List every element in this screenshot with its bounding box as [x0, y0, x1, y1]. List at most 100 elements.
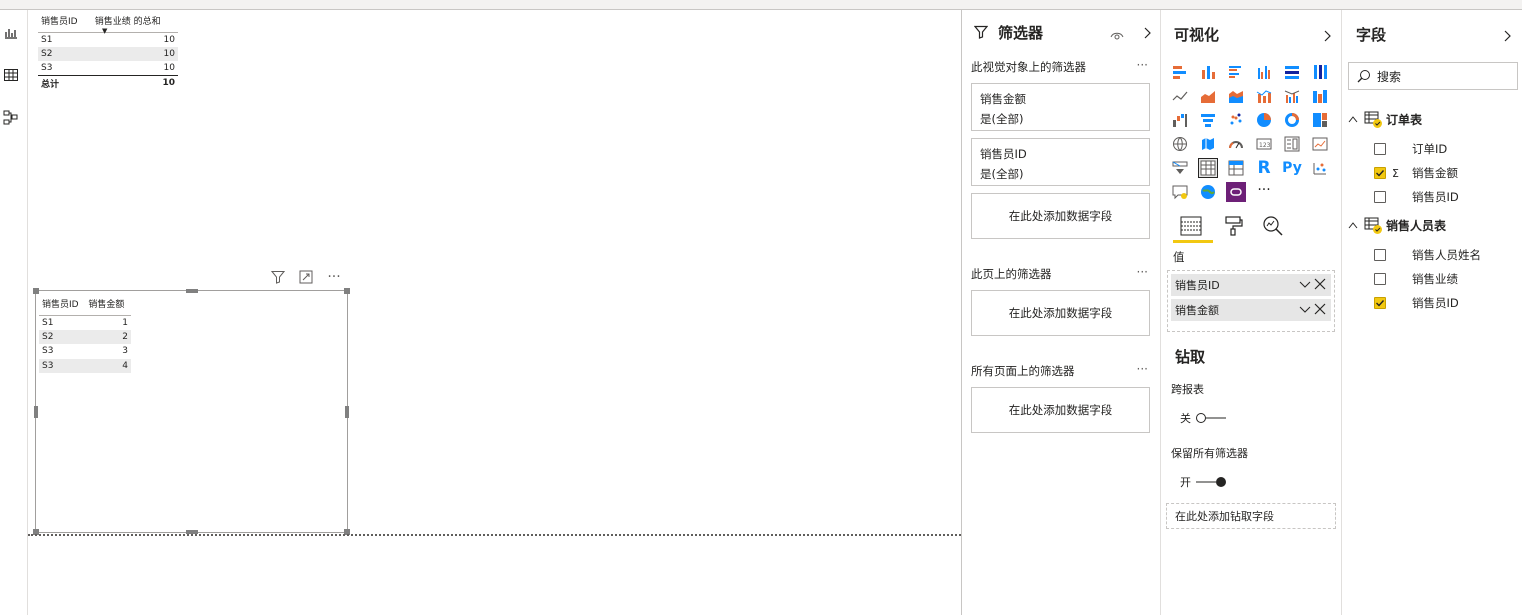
100-stacked-column-icon[interactable] — [1310, 62, 1330, 82]
pie-chart-icon[interactable] — [1254, 110, 1274, 130]
page-filter-drop-zone[interactable]: 在此处添加数据字段 — [971, 290, 1150, 336]
analytics-magnifier-icon[interactable] — [1262, 215, 1284, 241]
field-item[interactable]: 销售业绩 — [1374, 269, 1458, 289]
visual-filters-label: 此视觉对象上的筛选器 — [971, 60, 1086, 74]
collapse-chevron-icon[interactable] — [1503, 27, 1511, 46]
chevron-down-icon[interactable] — [1299, 278, 1311, 293]
data-view-icon[interactable] — [0, 64, 22, 86]
line-and-column-icon[interactable] — [1254, 86, 1274, 106]
multi-row-card-icon[interactable] — [1282, 134, 1302, 154]
close-icon[interactable] — [1313, 277, 1327, 294]
field-checkbox-checked[interactable] — [1374, 167, 1386, 179]
line-chart-icon[interactable] — [1170, 86, 1190, 106]
gauge-icon[interactable] — [1226, 134, 1246, 154]
visual-filter-drop-zone[interactable]: 在此处添加数据字段 — [971, 193, 1150, 239]
r-script-visual-icon[interactable]: R — [1254, 158, 1274, 178]
power-apps-icon[interactable] — [1226, 182, 1246, 202]
donut-chart-icon[interactable] — [1282, 110, 1302, 130]
card-icon[interactable]: 123 — [1254, 134, 1274, 154]
field-item[interactable]: 销售员ID — [1374, 293, 1459, 313]
field-checkbox[interactable] — [1374, 143, 1386, 155]
kpi-icon[interactable] — [1310, 134, 1330, 154]
value-field-pill[interactable]: 销售员ID — [1171, 274, 1331, 296]
chevron-down-icon[interactable] — [1299, 303, 1311, 318]
funnel-icon[interactable] — [1198, 110, 1218, 130]
resize-handle[interactable] — [344, 288, 350, 294]
toggle-off-icon[interactable] — [1195, 412, 1227, 424]
stacked-bar-icon[interactable] — [1170, 62, 1190, 82]
toggle-on-icon[interactable] — [1195, 476, 1227, 488]
more-options-icon[interactable]: ··· — [1137, 362, 1148, 376]
all-pages-filter-drop-zone[interactable]: 在此处添加数据字段 — [971, 387, 1150, 433]
search-placeholder[interactable]: 搜索 — [1377, 68, 1401, 85]
clustered-bar-icon[interactable] — [1226, 62, 1246, 82]
more-options-icon[interactable]: ··· — [1137, 58, 1148, 72]
search-icon — [1357, 70, 1370, 83]
chevron-up-icon[interactable] — [1348, 221, 1358, 229]
qa-visual-icon[interactable] — [1170, 182, 1190, 202]
more-options-icon[interactable]: ··· — [1137, 265, 1148, 279]
filter-card-sales-amount[interactable]: 销售金额 是(全部) — [971, 83, 1150, 131]
key-influencers-icon[interactable] — [1310, 158, 1330, 178]
line-clustered-column-icon[interactable] — [1282, 86, 1302, 106]
table-visual-sales-total[interactable]: 销售员ID 销售业绩 的总和 S1 10 S2 10 S3 10 总计 10 ▼ — [38, 10, 178, 90]
arcgis-map-icon[interactable] — [1198, 182, 1218, 202]
chevron-up-icon[interactable] — [1348, 115, 1358, 123]
resize-handle[interactable] — [345, 406, 349, 418]
field-checkbox[interactable] — [1374, 191, 1386, 203]
report-canvas[interactable]: 销售员ID 销售业绩 的总和 S1 10 S2 10 S3 10 总计 10 ▼… — [28, 10, 961, 615]
collapse-chevron-icon[interactable] — [1143, 24, 1151, 43]
field-table-orders[interactable]: 订单表 — [1348, 109, 1422, 129]
keep-filters-toggle[interactable]: 开 — [1180, 474, 1227, 490]
scatter-icon[interactable] — [1226, 110, 1246, 130]
field-item[interactable]: 订单ID — [1374, 139, 1447, 159]
clustered-column-icon[interactable] — [1254, 62, 1274, 82]
area-chart-icon[interactable] — [1198, 86, 1218, 106]
treemap-icon[interactable] — [1310, 110, 1330, 130]
report-view-icon[interactable] — [0, 22, 22, 44]
field-search-box[interactable]: 搜索 — [1348, 62, 1518, 90]
model-view-icon[interactable] — [0, 106, 22, 128]
100-stacked-bar-icon[interactable] — [1282, 62, 1302, 82]
format-paint-roller-icon[interactable] — [1224, 216, 1244, 240]
table-visual-sales-amount[interactable]: 销售员ID 销售金额 S1 1 S2 2 S3 3 S3 4 — [33, 288, 350, 535]
stacked-area-icon[interactable] — [1226, 86, 1246, 106]
slicer-icon[interactable] — [1170, 158, 1190, 178]
resize-handle[interactable] — [186, 289, 198, 293]
matrix-icon[interactable] — [1226, 158, 1246, 178]
more-visuals-icon[interactable]: ··· — [1254, 180, 1274, 200]
field-item[interactable]: 销售员ID — [1374, 187, 1459, 207]
field-item[interactable]: Σ 销售金额 — [1374, 163, 1458, 183]
map-icon[interactable] — [1170, 134, 1190, 154]
python-visual-icon[interactable]: Py — [1282, 158, 1302, 178]
value-field-pill[interactable]: 销售金额 — [1171, 299, 1331, 321]
filled-map-icon[interactable] — [1198, 134, 1218, 154]
field-checkbox[interactable] — [1374, 249, 1386, 261]
field-table-salespeople[interactable]: 销售人员表 — [1348, 215, 1446, 235]
resize-handle[interactable] — [33, 288, 39, 294]
cross-report-toggle[interactable]: 关 — [1180, 410, 1227, 426]
table1-header-id[interactable]: 销售员ID — [38, 10, 89, 33]
filter-card-salesperson-id[interactable]: 销售员ID 是(全部) — [971, 138, 1150, 186]
table2-header-amount[interactable]: 销售金额 — [85, 293, 131, 316]
values-well[interactable]: 销售员ID 销售金额 — [1167, 270, 1335, 332]
stacked-column-icon[interactable] — [1198, 62, 1218, 82]
more-options-icon[interactable]: ··· — [325, 268, 343, 286]
eye-icon[interactable] — [1110, 26, 1124, 45]
filter-icon[interactable] — [269, 268, 287, 286]
resize-handle[interactable] — [34, 406, 38, 418]
drillthrough-drop-zone[interactable]: 在此处添加钻取字段 — [1166, 503, 1336, 529]
focus-mode-icon[interactable] — [297, 268, 315, 286]
field-item[interactable]: 销售人员姓名 — [1374, 245, 1481, 265]
field-checkbox[interactable] — [1374, 273, 1386, 285]
close-icon[interactable] — [1313, 302, 1327, 319]
table2-cell: 4 — [85, 358, 131, 373]
fields-tab-icon[interactable] — [1180, 216, 1202, 240]
field-checkbox-checked[interactable] — [1374, 297, 1386, 309]
collapse-chevron-icon[interactable] — [1323, 27, 1331, 46]
ribbon-chart-icon[interactable] — [1310, 86, 1330, 106]
table-visual-icon-selected[interactable] — [1198, 158, 1218, 178]
table2-header-id[interactable]: 销售员ID — [39, 293, 86, 316]
sort-descending-icon[interactable]: ▼ — [102, 27, 107, 35]
waterfall-icon[interactable] — [1170, 110, 1190, 130]
